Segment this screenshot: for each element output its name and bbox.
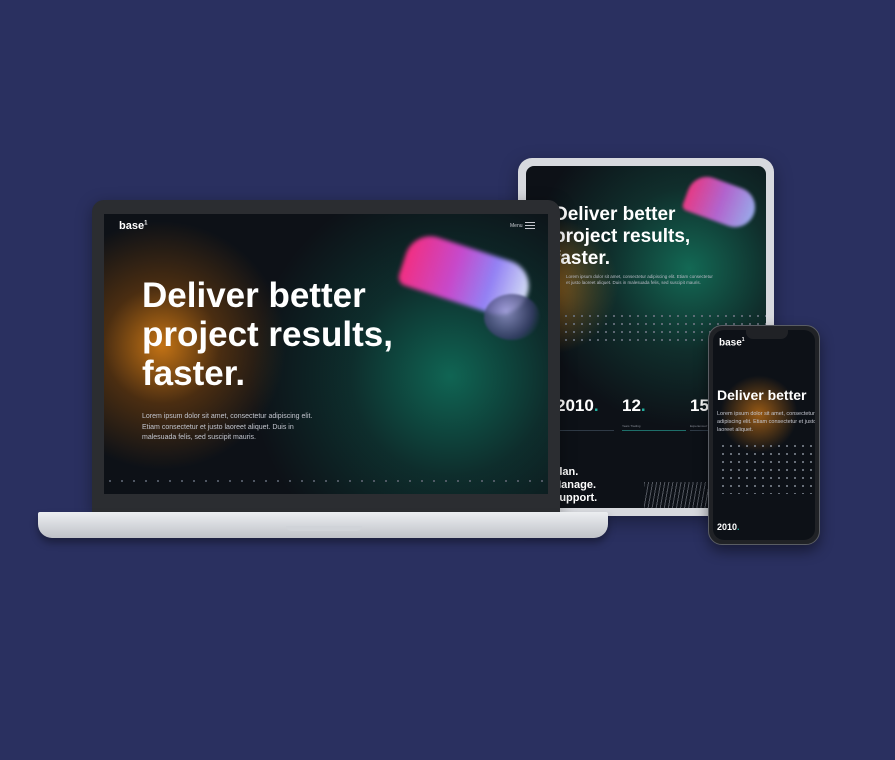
- laptop-screen: base1 Menu Deliver better project result…: [104, 214, 548, 494]
- phone-headline: Deliver better: [717, 387, 807, 403]
- tablet-headline-line2: project results,: [554, 226, 691, 247]
- hero-headline: Deliver better project results, faster.: [142, 276, 442, 393]
- laptop-trackpad-notch: [286, 526, 362, 531]
- phone-device: base1 Deliver better Lorem ipsum dolor s…: [708, 325, 820, 545]
- laptop-base: [38, 512, 608, 538]
- phone-notch: [746, 330, 788, 339]
- phone-stat-year: 2010.: [717, 522, 740, 532]
- tablet-headline: Deliver better project results, faster.: [554, 204, 766, 270]
- hero-body-text: Lorem ipsum dolor sit amet, consectetur …: [142, 413, 313, 441]
- tablet-stat-year: 2010.: [556, 396, 599, 415]
- tagline-line: Support.: [552, 492, 598, 504]
- tagline-line: Plan.: [552, 466, 579, 478]
- hero-headline-line1: Deliver better: [142, 276, 366, 315]
- divider: [622, 430, 686, 431]
- hamburger-menu-icon[interactable]: [525, 222, 535, 229]
- divider: [556, 430, 614, 431]
- tablet-headline-line1: Deliver better: [554, 204, 676, 225]
- tablet-stat-team: 15: [690, 396, 709, 415]
- tagline-line: Manage.: [552, 479, 597, 491]
- phone-body-text: Lorem ipsum dolor sit amet, consectetur …: [717, 411, 815, 433]
- tablet-tagline: Plan. Manage. Support.: [552, 466, 612, 505]
- phone-screen: base1 Deliver better Lorem ipsum dolor s…: [713, 330, 815, 540]
- laptop-device: base1 Menu Deliver better project result…: [92, 200, 560, 512]
- tablet-body-text: Lorem ipsum dolor sit amet, consectetur …: [566, 274, 713, 285]
- dot-grid-decoration: [719, 442, 815, 494]
- tablet-headline-line3: faster.: [554, 248, 610, 269]
- menu-button[interactable]: Menu: [510, 223, 523, 229]
- logo[interactable]: base1: [119, 220, 147, 232]
- gradient-sphere-graphic: [484, 294, 540, 340]
- tablet-stat-years: 12.: [622, 396, 646, 415]
- logo[interactable]: base1: [719, 337, 745, 348]
- hero-headline-line3: faster.: [142, 354, 246, 393]
- dot-grid-decoration: [104, 474, 548, 488]
- tablet-stat-years-label: Years Trading: [622, 424, 641, 428]
- hero-headline-line2: project results,: [142, 315, 393, 354]
